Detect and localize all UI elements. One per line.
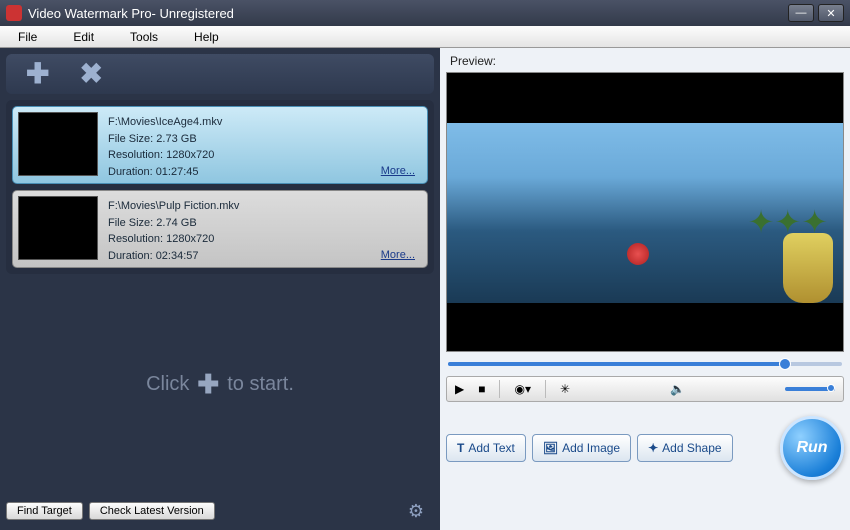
file-item[interactable]: F:\Movies\IceAge4.mkv File Size: 2.73 GB… — [12, 106, 428, 184]
preview-object — [627, 243, 649, 265]
file-resolution: Resolution: 1280x720 — [108, 231, 239, 248]
hint-click: Click — [146, 373, 189, 396]
file-list: F:\Movies\IceAge4.mkv File Size: 2.73 GB… — [6, 100, 434, 274]
right-panel: Preview: ✦✦✦ ▶ ■ ◉▾ ✳ 🔈 TAdd Te — [440, 48, 850, 530]
more-link[interactable]: More... — [381, 249, 415, 261]
play-button[interactable]: ▶ — [455, 382, 464, 396]
shape-icon: ✦ — [648, 441, 658, 455]
menu-edit[interactable]: Edit — [55, 30, 112, 44]
settings-icon[interactable]: ⚙ — [408, 501, 434, 522]
menu-help[interactable]: Help — [176, 30, 237, 44]
file-resolution: Resolution: 1280x720 — [108, 147, 222, 164]
menu-file[interactable]: File — [0, 30, 55, 44]
menu-bar: File Edit Tools Help — [0, 26, 850, 48]
app-icon — [6, 5, 22, 21]
preview-object — [783, 233, 833, 303]
snapshot-button[interactable]: ◉▾ — [514, 382, 531, 396]
volume-icon[interactable]: 🔈 — [670, 382, 685, 396]
title-bar: Video Watermark Pro- Unregistered — ✕ — [0, 0, 850, 26]
start-hint: Click ✚ to start. — [6, 274, 434, 494]
file-size: File Size: 2.74 GB — [108, 215, 239, 232]
file-duration: Duration: 02:34:57 — [108, 248, 239, 265]
file-path: F:\Movies\IceAge4.mkv — [108, 114, 222, 131]
add-shape-button[interactable]: ✦Add Shape — [637, 434, 732, 462]
add-image-button[interactable]: 🖼Add Image — [532, 434, 631, 462]
check-version-button[interactable]: Check Latest Version — [89, 502, 215, 520]
minimize-button[interactable]: — — [788, 4, 814, 22]
effects-button[interactable]: ✳ — [560, 382, 570, 396]
file-info: F:\Movies\Pulp Fiction.mkv File Size: 2.… — [108, 196, 239, 262]
file-thumbnail — [18, 112, 98, 176]
left-panel: ✚ ✖ F:\Movies\IceAge4.mkv File Size: 2.7… — [0, 48, 440, 530]
file-path: F:\Movies\Pulp Fiction.mkv — [108, 198, 239, 215]
file-item[interactable]: F:\Movies\Pulp Fiction.mkv File Size: 2.… — [12, 190, 428, 268]
seek-bar[interactable] — [448, 358, 842, 370]
run-button[interactable]: Run — [780, 416, 844, 480]
find-target-button[interactable]: Find Target — [6, 502, 83, 520]
stop-button[interactable]: ■ — [478, 382, 485, 396]
add-text-button[interactable]: TAdd Text — [446, 434, 526, 462]
hint-start: to start. — [227, 373, 294, 396]
seek-thumb[interactable] — [779, 358, 791, 370]
window-title: Video Watermark Pro- Unregistered — [28, 6, 234, 21]
action-row: TAdd Text 🖼Add Image ✦Add Shape Run — [446, 416, 844, 480]
bottom-bar: Find Target Check Latest Version ⚙ — [6, 494, 434, 524]
plus-icon: ✚ — [197, 369, 219, 400]
file-info: F:\Movies\IceAge4.mkv File Size: 2.73 GB… — [108, 112, 222, 178]
remove-file-button[interactable]: ✖ — [79, 60, 102, 88]
file-thumbnail — [18, 196, 98, 260]
text-icon: T — [457, 441, 464, 455]
more-link[interactable]: More... — [381, 165, 415, 177]
close-button[interactable]: ✕ — [818, 4, 844, 22]
preview-label: Preview: — [446, 52, 844, 72]
preview-area: ✦✦✦ — [446, 72, 844, 352]
file-duration: Duration: 01:27:45 — [108, 164, 222, 181]
file-size: File Size: 2.73 GB — [108, 131, 222, 148]
image-icon: 🖼 — [543, 441, 558, 455]
playback-controls: ▶ ■ ◉▾ ✳ 🔈 — [446, 376, 844, 402]
menu-tools[interactable]: Tools — [112, 30, 176, 44]
add-file-button[interactable]: ✚ — [26, 60, 49, 88]
volume-slider[interactable] — [785, 387, 835, 391]
file-toolbar: ✚ ✖ — [6, 54, 434, 94]
